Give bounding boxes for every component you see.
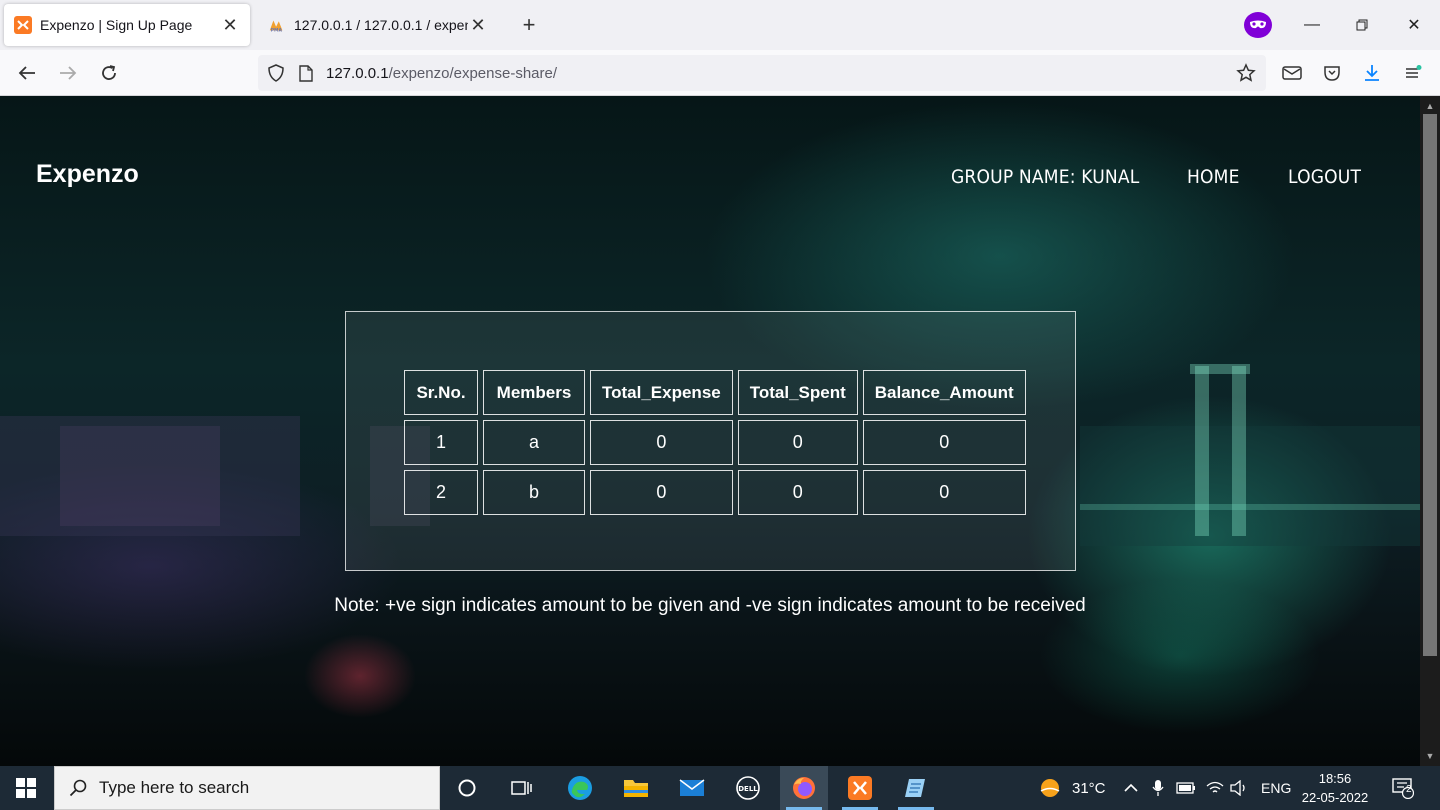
cell-srno: 2: [404, 470, 478, 515]
tracking-protection-shield-icon[interactable]: [264, 61, 288, 85]
site-brand-logo[interactable]: Expenzo: [36, 160, 139, 189]
cell-total-spent: 0: [737, 420, 858, 465]
search-placeholder: Type here to search: [99, 778, 250, 797]
microphone-icon[interactable]: [1152, 766, 1164, 810]
bridge-deck: [1080, 504, 1420, 510]
minimize-window-icon[interactable]: —: [1297, 10, 1327, 40]
input-language[interactable]: ENG: [1261, 766, 1291, 810]
expense-share-table: Sr.No. Members Total_Expense Total_Spent…: [399, 365, 1031, 520]
cell-balance-amount: 0: [862, 470, 1026, 515]
forward-arrow-icon[interactable]: [54, 59, 82, 87]
column-header-srno: Sr.No.: [404, 370, 478, 415]
cell-balance-amount: 0: [862, 420, 1026, 465]
windows-start-icon[interactable]: [0, 766, 52, 810]
weather-temperature: 31°C: [1072, 779, 1106, 797]
tab-expenzo-signup[interactable]: Expenzo | Sign Up Page ✕: [4, 4, 250, 46]
expense-share-panel: Sr.No. Members Total_Expense Total_Spent…: [345, 311, 1076, 571]
browser-tab-bar: Expenzo | Sign Up Page ✕ PMA 127.0.0.1 /…: [0, 0, 1440, 50]
close-tab-icon[interactable]: ✕: [220, 15, 240, 35]
xampp-icon: [14, 16, 32, 34]
windows-taskbar: Type here to search DELL 31°C ENG 18:56 …: [0, 766, 1440, 810]
url-text: 127.0.0.1/expenzo/expense-share/: [326, 65, 557, 82]
mail-app-icon[interactable]: [668, 766, 716, 810]
pocket-icon[interactable]: [1318, 59, 1346, 87]
nav-group-name[interactable]: GROUP NAME: KUNAL: [951, 166, 1139, 188]
phpmyadmin-icon: PMA: [268, 16, 286, 34]
weather-widget[interactable]: 31°C: [1038, 766, 1106, 810]
tab-phpmyadmin[interactable]: PMA 127.0.0.1 / 127.0.0.1 / expenzo / e …: [258, 4, 498, 46]
svg-text:PMA: PMA: [271, 27, 283, 33]
back-arrow-icon[interactable]: [13, 59, 41, 87]
show-hidden-icons-chevron-icon[interactable]: [1124, 766, 1138, 810]
mail-icon[interactable]: [1278, 59, 1306, 87]
page-scrollbar-thumb[interactable]: [1423, 114, 1437, 656]
url-host: 127.0.0.1: [326, 64, 389, 82]
edge-browser-icon[interactable]: [556, 766, 604, 810]
search-icon: [67, 777, 89, 799]
taskbar-clock[interactable]: 18:56 22-05-2022: [1296, 769, 1374, 807]
scroll-down-arrow-icon[interactable]: ▼: [1424, 750, 1436, 762]
cell-member: b: [483, 470, 585, 515]
taskbar-search-box[interactable]: Type here to search: [54, 766, 440, 810]
dell-app-icon[interactable]: DELL: [724, 766, 772, 810]
restore-window-icon[interactable]: [1347, 10, 1377, 40]
url-path: /expenzo/expense-share/: [388, 64, 558, 82]
cell-total-expense: 0: [590, 470, 733, 515]
notification-count: 2: [1406, 784, 1412, 795]
cortana-icon[interactable]: [443, 766, 491, 810]
scroll-up-arrow-icon[interactable]: ▲: [1424, 100, 1436, 112]
clock-date: 22-05-2022: [1301, 790, 1369, 805]
column-header-total-expense: Total_Expense: [590, 370, 733, 415]
sign-note: Note: +ve sign indicates amount to be gi…: [334, 595, 1086, 616]
cell-total-expense: 0: [590, 420, 733, 465]
page-info-icon[interactable]: [294, 61, 318, 85]
tab-title: Expenzo | Sign Up Page: [40, 17, 193, 33]
xampp-taskbar-icon[interactable]: [836, 766, 884, 810]
bridge-tower-left: [1195, 366, 1209, 536]
firefox-taskbar-icon[interactable]: [780, 766, 828, 810]
volume-icon[interactable]: [1230, 766, 1248, 810]
column-header-total-spent: Total_Spent: [737, 370, 858, 415]
close-tab-icon[interactable]: ✕: [468, 15, 488, 35]
private-browsing-mask-icon[interactable]: [1244, 12, 1272, 38]
table-row: 1 a 0 0 0: [404, 420, 1026, 465]
wifi-icon[interactable]: [1206, 766, 1224, 810]
action-center-notification-icon[interactable]: 2: [1392, 766, 1414, 810]
nav-home-link[interactable]: HOME: [1187, 166, 1240, 188]
table-row: 2 b 0 0 0: [404, 470, 1026, 515]
file-explorer-icon[interactable]: [612, 766, 660, 810]
column-header-members: Members: [483, 370, 585, 415]
bridge-tower-top: [1190, 364, 1250, 374]
table-header-row: Sr.No. Members Total_Expense Total_Spent…: [404, 370, 1026, 415]
new-tab-plus-icon[interactable]: +: [516, 12, 542, 38]
task-view-icon[interactable]: [497, 766, 545, 810]
clock-time: 18:56: [1318, 771, 1352, 786]
weather-sun-icon: [1038, 776, 1062, 800]
menu-hamburger-icon[interactable]: [1399, 59, 1427, 87]
close-window-icon[interactable]: ✕: [1399, 10, 1429, 40]
notepad-taskbar-icon[interactable]: [892, 766, 940, 810]
cell-total-spent: 0: [737, 470, 858, 515]
bookmark-star-icon[interactable]: [1234, 61, 1258, 85]
battery-icon[interactable]: [1176, 766, 1196, 810]
cell-srno: 1: [404, 420, 478, 465]
nav-logout-link[interactable]: LOGOUT: [1288, 166, 1361, 188]
browser-navigation-bar: 127.0.0.1/expenzo/expense-share/: [0, 50, 1440, 96]
svg-text:DELL: DELL: [738, 785, 758, 793]
reload-icon[interactable]: [95, 59, 123, 87]
url-bar[interactable]: 127.0.0.1/expenzo/expense-share/: [258, 55, 1266, 91]
background-city-left-2: [60, 426, 220, 526]
cell-member: a: [483, 420, 585, 465]
column-header-balance-amount: Balance_Amount: [862, 370, 1026, 415]
downloads-icon[interactable]: [1358, 59, 1386, 87]
expenzo-page: Expenzo GROUP NAME: KUNAL HOME LOGOUT Sr…: [0, 96, 1420, 766]
bridge-tower-right: [1232, 366, 1246, 536]
background-city-right: [1080, 426, 1420, 546]
tab-title: 127.0.0.1 / 127.0.0.1 / expenzo / e: [294, 17, 468, 33]
